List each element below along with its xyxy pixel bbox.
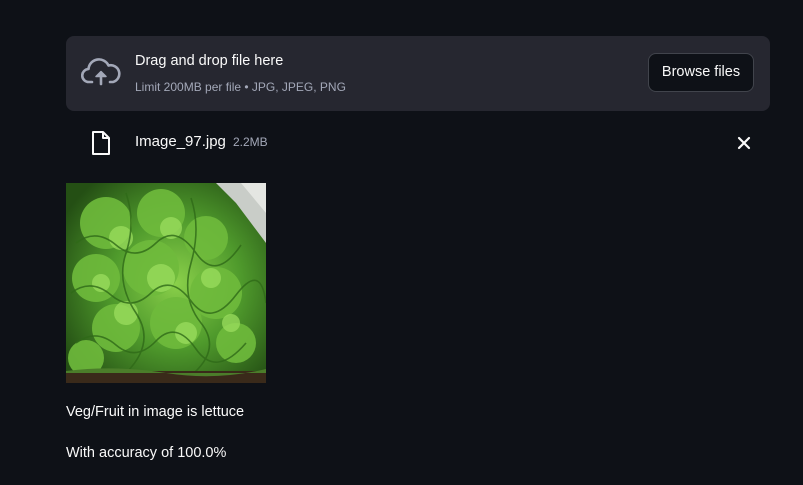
file-size: 2.2MB [233,135,268,149]
app-page: Drag and drop file here Limit 200MB per … [0,0,803,485]
uploaded-file-row: Image_97.jpg 2.2MB [66,125,770,161]
accuracy-text: With accuracy of 100.0% [66,445,227,461]
file-icon [92,131,110,155]
browse-files-button[interactable]: Browse files [648,53,754,92]
uploaded-image-lettuce [66,183,266,383]
file-dropzone[interactable]: Drag and drop file here Limit 200MB per … [66,36,770,111]
lettuce-photo [66,183,266,383]
cloud-upload-icon [81,58,121,86]
dropzone-limits: Limit 200MB per file • JPG, JPEG, PNG [135,80,346,94]
close-icon[interactable] [733,132,755,154]
prediction-text: Veg/Fruit in image is lettuce [66,404,245,420]
file-name: Image_97.jpg [135,133,226,150]
dropzone-title: Drag and drop file here [135,53,284,69]
